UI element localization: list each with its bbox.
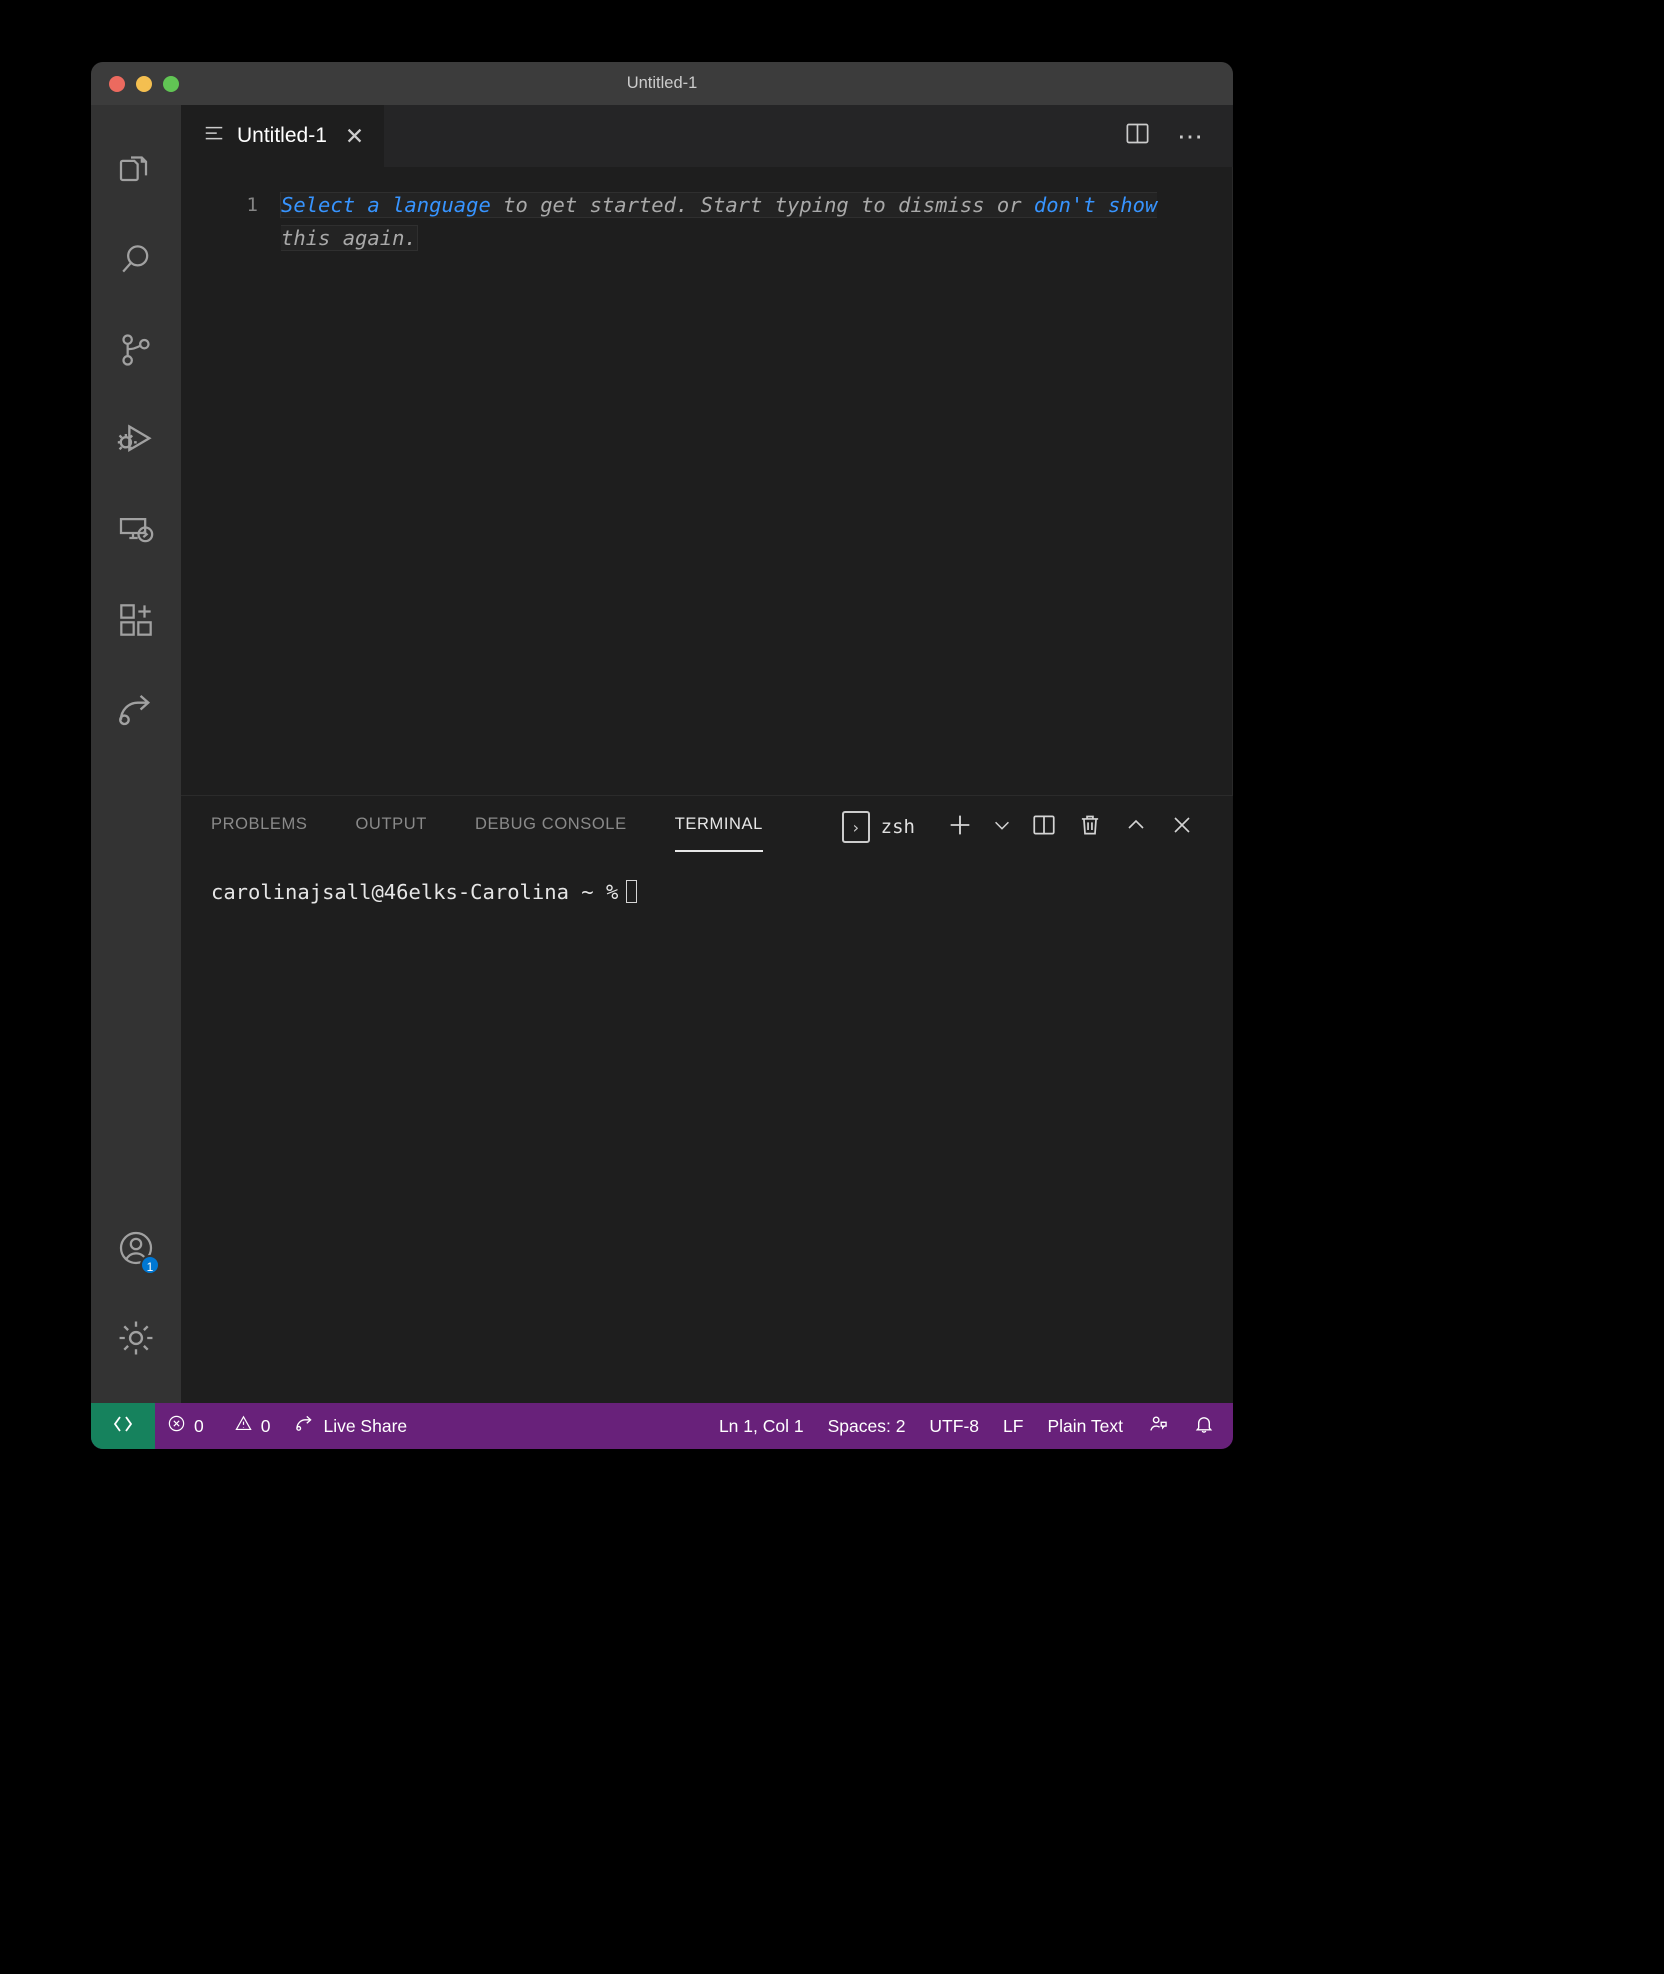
tab-output[interactable]: OUTPUT xyxy=(356,815,427,840)
split-terminal-button[interactable] xyxy=(1021,804,1067,850)
remote-window-icon xyxy=(111,1412,135,1441)
status-feedback[interactable] xyxy=(1135,1403,1181,1449)
close-icon xyxy=(1170,813,1194,842)
kill-terminal-button[interactable] xyxy=(1067,804,1113,850)
close-panel-button[interactable] xyxy=(1159,804,1205,850)
bottom-panel: PROBLEMS OUTPUT DEBUG CONSOLE TERMINAL ›… xyxy=(181,795,1233,1403)
status-eol[interactable]: LF xyxy=(991,1403,1035,1449)
activity-bar-bottom: 1 xyxy=(91,1205,181,1403)
split-icon xyxy=(1031,812,1057,843)
placeholder-text-1: to get started. Start typing to dismiss … xyxy=(491,193,1034,217)
file-lines-icon xyxy=(203,123,225,150)
activity-bar-top xyxy=(91,105,181,757)
editor-content[interactable]: 1 Select a language to get started. Star… xyxy=(181,167,1233,795)
status-bar: 0 0 Live Share Ln 1, Col 1 Spaces: 2 UTF… xyxy=(91,1403,1233,1449)
editor-region: Untitled-1 ✕ ⋯ xyxy=(181,105,1233,795)
split-editor-icon[interactable] xyxy=(1124,120,1151,152)
tab-problems[interactable]: PROBLEMS xyxy=(211,815,308,840)
editor-tab-actions: ⋯ xyxy=(1124,105,1233,167)
sidebar-item-accounts[interactable]: 1 xyxy=(91,1205,181,1295)
status-cursor-position[interactable]: Ln 1, Col 1 xyxy=(707,1403,816,1449)
error-count: 0 xyxy=(194,1416,204,1437)
editor-placeholder: Select a language to get started. Start … xyxy=(281,193,1157,250)
remote-window-indicator[interactable] xyxy=(91,1403,155,1449)
status-language-mode[interactable]: Plain Text xyxy=(1035,1403,1135,1449)
source-control-icon xyxy=(116,330,156,375)
window-body: 1 xyxy=(91,105,1233,1403)
sidebar-item-extensions[interactable] xyxy=(91,577,181,667)
terminal-shell-name: zsh xyxy=(881,816,915,838)
accounts-badge: 1 xyxy=(140,1255,160,1275)
dont-show-link[interactable]: don't show xyxy=(1034,193,1157,217)
window-title: Untitled-1 xyxy=(91,74,1233,93)
editor-tab-untitled-1[interactable]: Untitled-1 ✕ xyxy=(181,105,385,167)
status-indentation[interactable]: Spaces: 2 xyxy=(816,1403,918,1449)
terminal-icon: › xyxy=(842,811,870,843)
placeholder-text-2: this again. xyxy=(281,226,417,250)
live-share-icon xyxy=(115,689,157,736)
window-controls xyxy=(91,76,179,92)
editor-tab-bar: Untitled-1 ✕ ⋯ xyxy=(181,105,1233,167)
minimize-window-button[interactable] xyxy=(136,76,152,92)
bell-icon xyxy=(1193,1413,1215,1440)
terminal-profile-dropdown-button[interactable] xyxy=(983,804,1021,850)
terminal-output[interactable]: carolinajsall@46elks-Carolina ~ % xyxy=(181,858,1233,1403)
new-terminal-button[interactable] xyxy=(937,804,983,850)
sidebar-item-search[interactable] xyxy=(91,217,181,307)
status-encoding[interactable]: UTF-8 xyxy=(917,1403,991,1449)
status-bar-right: Ln 1, Col 1 Spaces: 2 UTF-8 LF Plain Tex… xyxy=(707,1403,1233,1449)
main-area: Untitled-1 ✕ ⋯ xyxy=(181,105,1233,1403)
run-debug-icon xyxy=(115,419,157,466)
activity-bar: 1 xyxy=(91,105,181,1403)
files-icon xyxy=(116,150,156,195)
more-actions-icon[interactable]: ⋯ xyxy=(1177,123,1205,149)
remote-explorer-icon xyxy=(116,510,156,555)
sidebar-item-manage[interactable] xyxy=(91,1295,181,1385)
sidebar-item-remote-explorer[interactable] xyxy=(91,487,181,577)
panel-header: PROBLEMS OUTPUT DEBUG CONSOLE TERMINAL ›… xyxy=(181,796,1233,858)
status-live-share[interactable]: Live Share xyxy=(282,1403,419,1449)
sidebar-item-source-control[interactable] xyxy=(91,307,181,397)
select-language-link[interactable]: Select a language xyxy=(281,193,491,217)
status-problems[interactable]: 0 0 xyxy=(155,1403,282,1449)
chevron-down-icon xyxy=(991,814,1013,841)
line-number: 1 xyxy=(181,189,258,222)
title-bar: Untitled-1 xyxy=(91,62,1233,105)
warning-count: 0 xyxy=(261,1416,271,1437)
trash-icon xyxy=(1077,812,1103,843)
terminal-cursor xyxy=(626,880,637,903)
live-share-icon xyxy=(294,1413,315,1439)
panel-actions: › zsh xyxy=(842,804,1205,850)
extensions-icon xyxy=(116,600,156,645)
line-number-gutter: 1 xyxy=(181,167,281,795)
chevron-up-icon xyxy=(1124,813,1148,842)
close-icon[interactable]: ✕ xyxy=(345,125,364,148)
editor-scrollbar[interactable] xyxy=(1230,167,1232,795)
status-notifications[interactable] xyxy=(1181,1403,1227,1449)
maximize-window-button[interactable] xyxy=(163,76,179,92)
live-share-label: Live Share xyxy=(323,1416,407,1437)
sidebar-item-run-and-debug[interactable] xyxy=(91,397,181,487)
vscode-window: Untitled-1 xyxy=(91,62,1233,1449)
feedback-icon xyxy=(1147,1413,1169,1440)
plus-icon xyxy=(946,811,974,844)
sidebar-item-explorer[interactable] xyxy=(91,127,181,217)
tab-debug-console[interactable]: DEBUG CONSOLE xyxy=(475,815,627,840)
error-icon xyxy=(167,1414,186,1438)
warning-icon xyxy=(234,1414,253,1438)
gear-icon xyxy=(115,1317,157,1364)
sidebar-item-live-share[interactable] xyxy=(91,667,181,757)
maximize-panel-button[interactable] xyxy=(1113,804,1159,850)
terminal-prompt: carolinajsall@46elks-Carolina ~ % xyxy=(211,880,618,904)
terminal-selector[interactable]: › zsh xyxy=(842,811,915,843)
tab-terminal[interactable]: TERMINAL xyxy=(675,815,763,840)
close-window-button[interactable] xyxy=(109,76,125,92)
editor-tab-label: Untitled-1 xyxy=(237,124,327,148)
search-icon xyxy=(116,240,156,285)
editor-text-area[interactable]: Select a language to get started. Start … xyxy=(281,167,1232,795)
